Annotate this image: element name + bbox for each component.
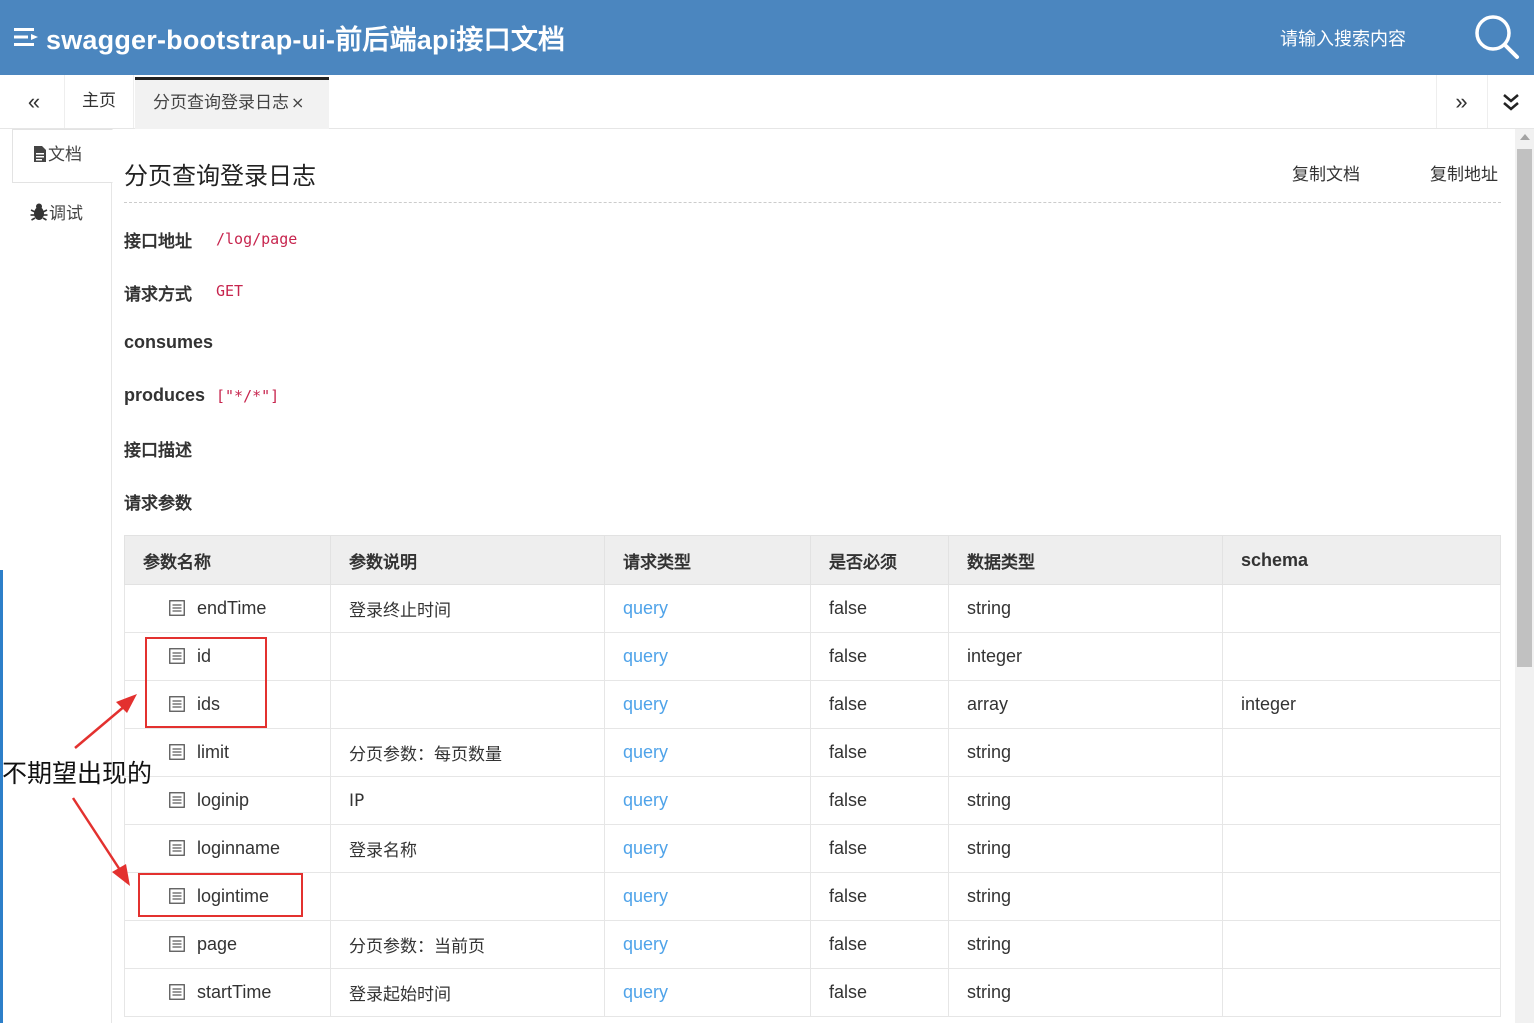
annotation-text: 不期望出现的 [2, 759, 153, 788]
annotation-arrowhead-down [112, 864, 130, 886]
annotation-arrow-down [71, 797, 124, 874]
annotation-arrow-up [74, 704, 127, 749]
annotation-arrows [71, 694, 137, 886]
